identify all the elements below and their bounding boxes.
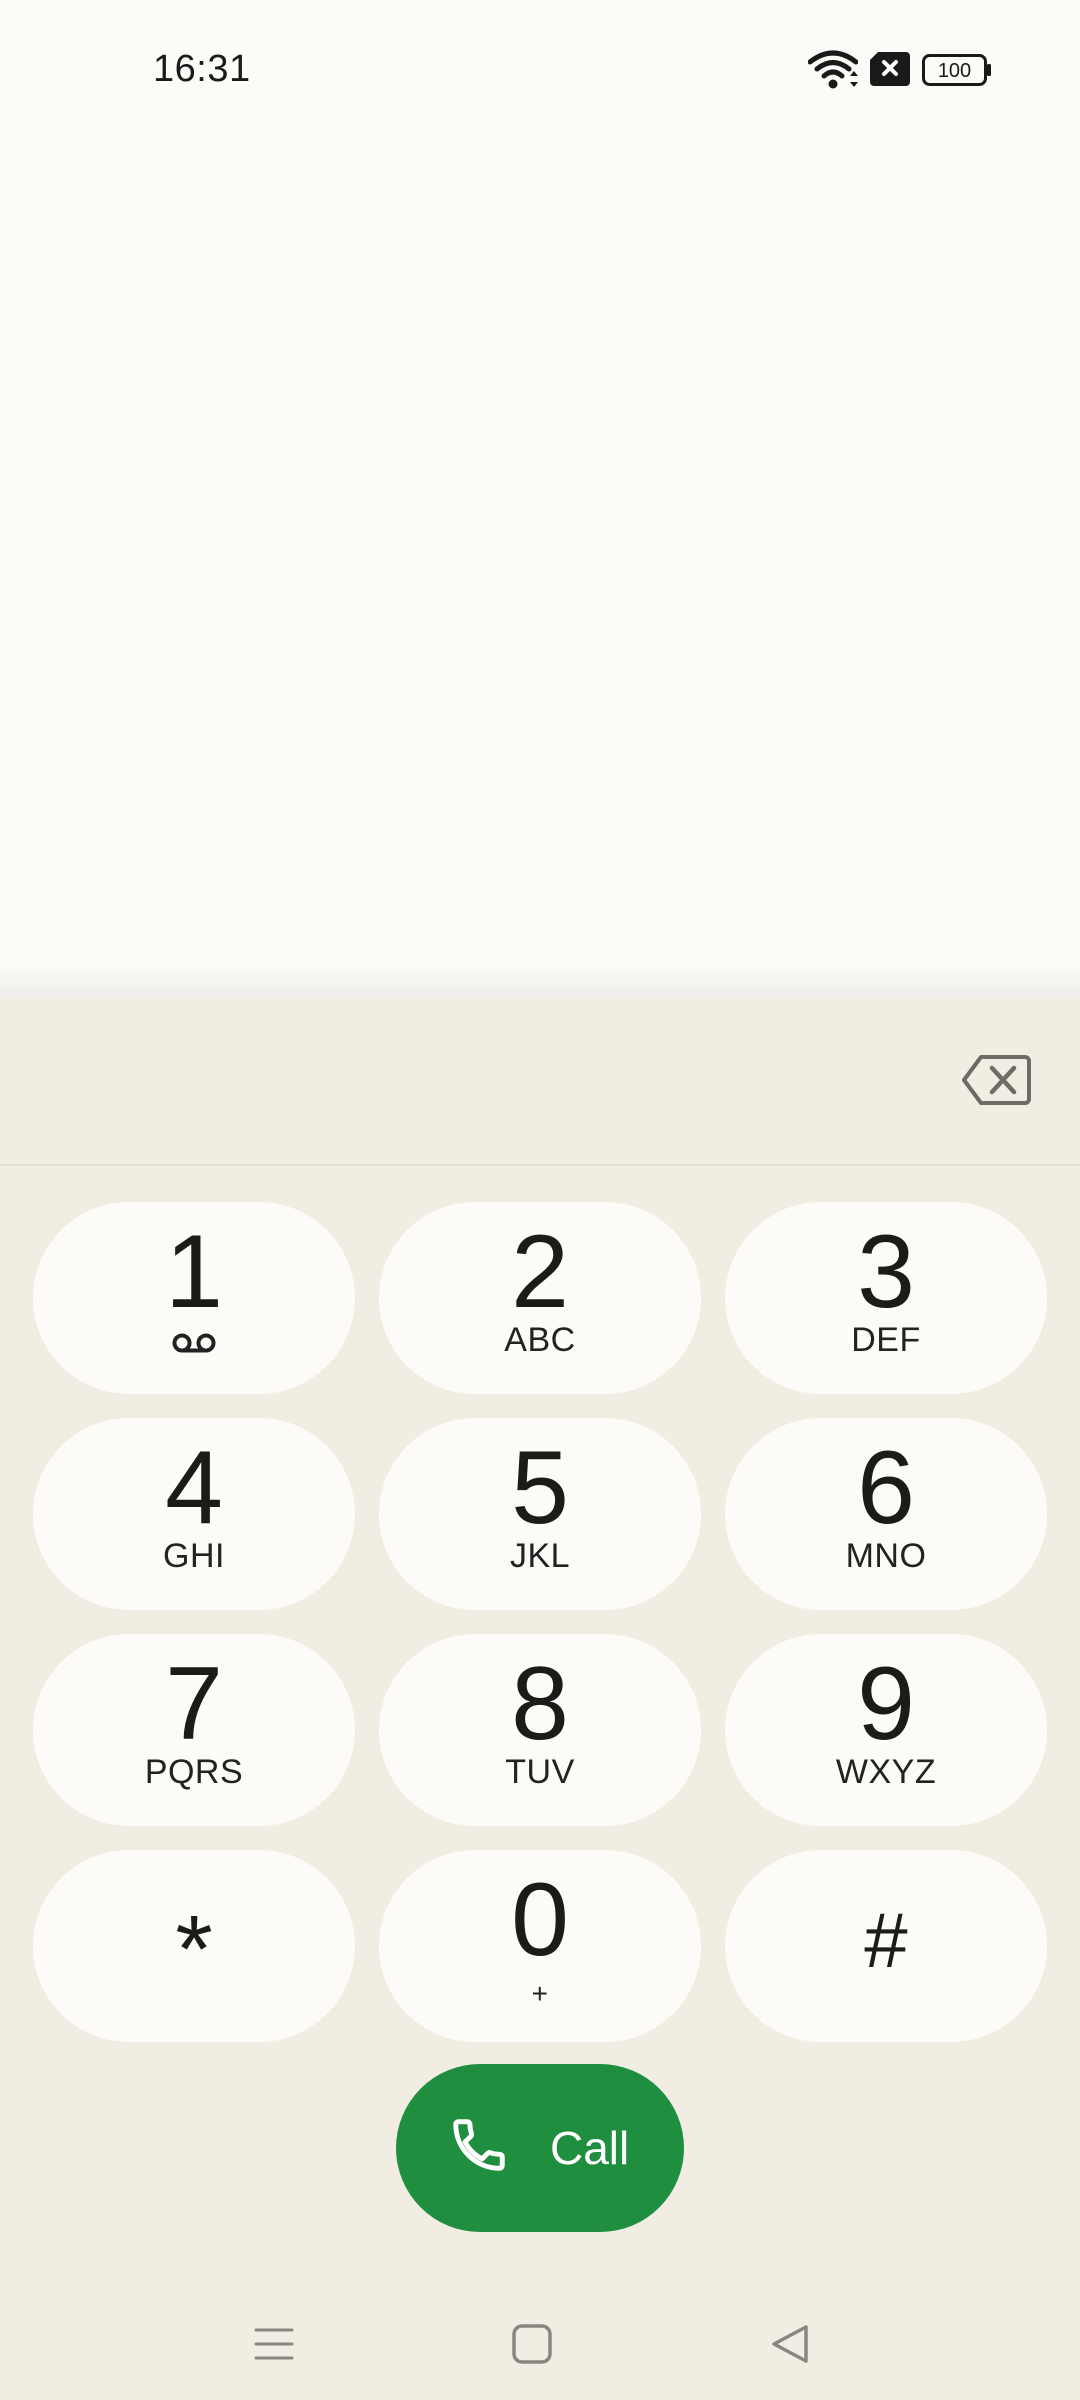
key-letters: ABC <box>504 1321 576 1359</box>
key-digit: 2 <box>511 1214 569 1330</box>
dialer-screen: 16:31 100 1 2 ABC 3 DEF 4 GHI 5 JKL 6 MN… <box>0 0 1080 2400</box>
key-8[interactable]: 8 TUV <box>379 1634 701 1826</box>
backspace-button[interactable] <box>956 1048 1036 1112</box>
key-letters: JKL <box>509 1537 571 1575</box>
key-digit: * <box>175 1896 213 2003</box>
no-sim-icon <box>870 52 910 91</box>
phone-icon <box>448 2114 510 2181</box>
battery-level: 100 <box>938 60 971 82</box>
key-digit: 7 <box>165 1646 223 1762</box>
key-9[interactable]: 9 WXYZ <box>725 1634 1047 1826</box>
key-star[interactable]: * <box>33 1850 355 2042</box>
backspace-icon <box>962 1055 1031 1105</box>
call-button[interactable]: Call <box>396 2064 684 2232</box>
key-digit: 6 <box>857 1430 915 1546</box>
key-letters: PQRS <box>144 1753 244 1791</box>
key-4[interactable]: 4 GHI <box>33 1418 355 1610</box>
key-6[interactable]: 6 MNO <box>725 1418 1047 1610</box>
key-5[interactable]: 5 JKL <box>379 1418 701 1610</box>
menu-button[interactable] <box>244 2314 304 2374</box>
back-button[interactable] <box>760 2314 820 2374</box>
key-letters: MNO <box>845 1537 927 1575</box>
back-icon <box>772 2325 808 2363</box>
navigation-bar <box>0 2284 1080 2400</box>
key-letters: + <box>531 1978 549 2009</box>
key-digit: 5 <box>511 1430 569 1546</box>
home-button[interactable] <box>502 2314 562 2374</box>
number-entry-row <box>0 998 1080 1166</box>
key-digit: 0 <box>511 1862 569 1978</box>
status-time: 16:31 <box>153 48 251 90</box>
call-label: Call <box>550 2122 630 2174</box>
key-digit: 9 <box>857 1646 915 1762</box>
key-digit: 3 <box>857 1214 915 1330</box>
empty-content-area <box>0 140 1080 970</box>
key-7[interactable]: 7 PQRS <box>33 1634 355 1826</box>
key-digit: # <box>864 1896 908 1984</box>
status-bar: 16:31 100 <box>0 0 1080 140</box>
key-digit: 8 <box>511 1646 569 1762</box>
panel-shadow <box>0 962 1080 1000</box>
key-letters: WXYZ <box>835 1753 937 1791</box>
wifi-icon <box>807 50 859 95</box>
menu-icon <box>254 2328 294 2360</box>
key-3[interactable]: 3 DEF <box>725 1202 1047 1394</box>
key-hash[interactable]: # <box>725 1850 1047 2042</box>
key-digit: 4 <box>165 1430 223 1546</box>
key-digit: 1 <box>165 1214 223 1330</box>
key-letters: GHI <box>163 1537 225 1575</box>
number-display[interactable] <box>40 1048 920 1118</box>
voicemail-icon <box>33 1332 355 1354</box>
key-letters: DEF <box>851 1321 921 1359</box>
battery-icon: 100 <box>922 54 992 91</box>
key-0[interactable]: 0 + <box>379 1850 701 2042</box>
key-2[interactable]: 2 ABC <box>379 1202 701 1394</box>
key-letters: TUV <box>505 1753 575 1791</box>
home-icon <box>512 2324 552 2364</box>
key-1[interactable]: 1 <box>33 1202 355 1394</box>
